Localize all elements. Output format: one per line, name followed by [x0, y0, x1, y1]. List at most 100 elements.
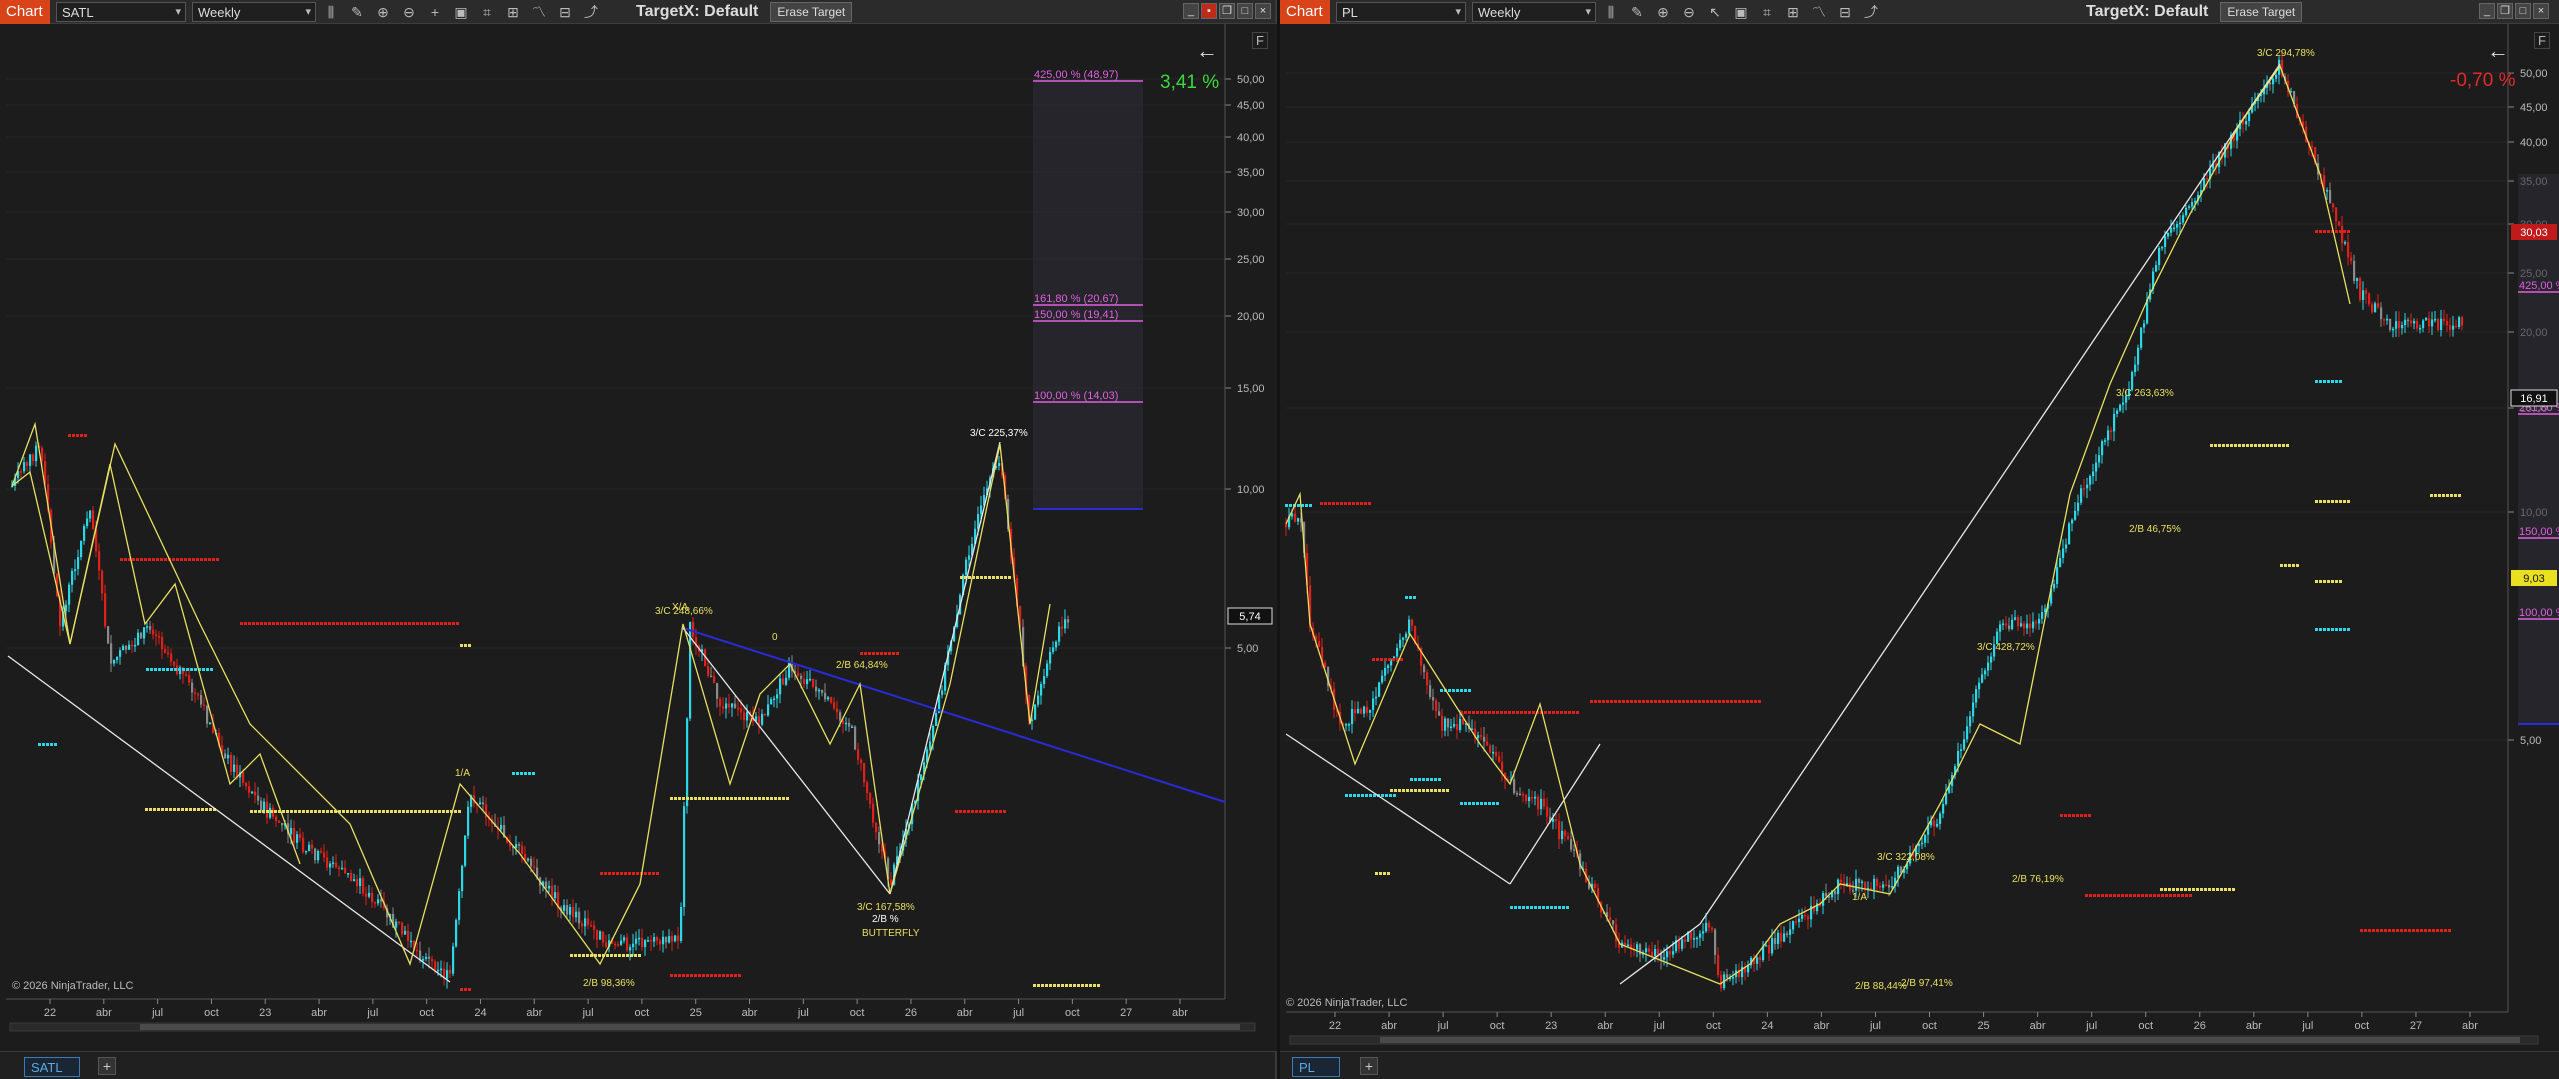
price-chart-left[interactable]: 50,00 45,00 40,00 35,00 30,00 25,00 20,00 15,00… — [0, 24, 1277, 1051]
f-label[interactable]: F — [1252, 32, 1268, 49]
level-dot — [1365, 794, 1368, 797]
level-dot — [1344, 502, 1347, 505]
candle-body — [545, 881, 548, 889]
level-dot — [1405, 596, 1408, 599]
candle-body — [827, 697, 830, 700]
share-icon[interactable]: ⤴ — [1860, 2, 1882, 22]
candle-body — [2431, 319, 2434, 327]
chart-style-icon[interactable]: 〽 — [1808, 2, 1830, 22]
level-dot — [2331, 628, 2334, 631]
chevron-down-icon: ▾ — [175, 5, 181, 18]
level-dot — [1654, 700, 1657, 703]
maximize-icon[interactable]: □ — [1237, 3, 1253, 19]
level-dot — [150, 668, 153, 671]
bar-type-icon[interactable]: ⫼ — [320, 2, 342, 22]
interval-selector[interactable]: Weekly ▾ — [192, 1, 316, 22]
close-icon[interactable]: × — [2533, 3, 2549, 19]
app-menu-button[interactable]: Chart — [0, 0, 50, 24]
add-tab-button[interactable]: + — [1360, 1057, 1378, 1075]
restore-icon[interactable]: ❐ — [1219, 3, 1235, 19]
erase-target-button[interactable]: Erase Target — [770, 1, 853, 22]
draw-tool-icon[interactable]: ✎ — [346, 2, 368, 22]
link-icon[interactable]: ▪ — [1201, 3, 1217, 19]
tab-satl[interactable]: SATL — [24, 1057, 80, 1077]
price-chart-right[interactable]: 50,0045,0040,0035,0030,0025,0020,0015,00… — [1280, 24, 2559, 1051]
candle-body — [614, 943, 617, 946]
erase-target-button[interactable]: Erase Target — [2220, 1, 2303, 22]
candle-body — [1705, 922, 1708, 932]
candle-body — [2026, 623, 2029, 629]
f-label[interactable]: F — [2534, 32, 2550, 49]
fib-level-label: 100,00 % (14,03) — [1034, 390, 1118, 402]
restore-icon[interactable]: ❐ — [2497, 3, 2513, 19]
indicators-icon[interactable]: ⌗ — [1756, 2, 1778, 22]
chart-style-icon[interactable]: 〽 — [528, 2, 550, 22]
zoom-out-icon[interactable]: ⊖ — [398, 2, 420, 22]
crosshair-icon[interactable]: + — [424, 2, 446, 22]
minimize-icon[interactable]: _ — [1183, 3, 1199, 19]
candle-body — [2179, 222, 2182, 225]
zoom-in-icon[interactable]: ⊕ — [1652, 2, 1674, 22]
level-dot — [2137, 894, 2140, 897]
level-dot — [528, 772, 531, 775]
share-icon[interactable]: ⤴ — [580, 2, 602, 22]
zoom-out-icon[interactable]: ⊖ — [1678, 2, 1700, 22]
level-dot — [2388, 929, 2391, 932]
level-dot — [162, 668, 165, 671]
x-tick-label: jul — [2085, 1020, 2097, 1032]
level-dot — [2113, 894, 2116, 897]
candle-body — [1034, 704, 1037, 720]
candle-body — [872, 803, 875, 823]
level-dot — [304, 622, 307, 625]
maximize-icon[interactable]: □ — [2515, 3, 2531, 19]
properties-icon[interactable]: ▣ — [450, 2, 472, 22]
instrument-selector[interactable]: SATL ▾ — [56, 1, 186, 22]
level-dot — [468, 988, 471, 991]
indicators-icon[interactable]: ⌗ — [476, 2, 498, 22]
candle-body — [458, 891, 461, 920]
candle-body — [26, 462, 29, 466]
back-arrow-icon[interactable]: ← — [2487, 38, 2509, 64]
candle-body — [23, 462, 26, 472]
strategies-icon[interactable]: ⊞ — [1782, 2, 1804, 22]
level-dot — [1480, 802, 1483, 805]
templates-icon[interactable]: ⊟ — [554, 2, 576, 22]
tab-pl[interactable]: PL — [1292, 1057, 1340, 1077]
candle-body — [425, 956, 428, 959]
strategies-icon[interactable]: ⊞ — [502, 2, 524, 22]
level-dot — [608, 872, 611, 875]
back-arrow-icon[interactable]: ← — [1196, 38, 1218, 64]
properties-icon[interactable]: ▣ — [1730, 2, 1752, 22]
candle-body — [233, 764, 236, 772]
level-dot — [2254, 444, 2257, 447]
add-tab-button[interactable]: + — [98, 1057, 116, 1075]
level-dot — [730, 974, 733, 977]
level-dot — [1562, 906, 1565, 909]
candle-body — [821, 689, 824, 693]
templates-icon[interactable]: ⊟ — [1834, 2, 1856, 22]
candle-body — [2140, 327, 2143, 348]
minimize-icon[interactable]: _ — [2479, 3, 2495, 19]
close-icon[interactable]: × — [1255, 3, 1271, 19]
level-dot — [2274, 444, 2277, 447]
candle-body — [1366, 706, 1369, 713]
level-dot — [1360, 502, 1363, 505]
level-dot — [186, 668, 189, 671]
app-menu-button[interactable]: Chart — [1280, 0, 1330, 24]
interval-selector[interactable]: Weekly ▾ — [1472, 1, 1596, 22]
level-dot — [1614, 700, 1617, 703]
candle-body — [1324, 662, 1327, 668]
candle-body — [1040, 684, 1043, 696]
candle-body — [2167, 232, 2170, 237]
instrument-selector[interactable]: PL ▾ — [1336, 1, 1466, 22]
candle-body — [422, 958, 425, 961]
candle-body — [1807, 916, 1810, 920]
candle-body — [2113, 413, 2116, 432]
candle-body — [200, 694, 203, 705]
pointer-icon[interactable]: ↖ — [1704, 2, 1726, 22]
level-dot — [2278, 444, 2281, 447]
level-dot — [872, 652, 875, 655]
draw-tool-icon[interactable]: ✎ — [1626, 2, 1648, 22]
bar-type-icon[interactable]: ⫼ — [1600, 2, 1622, 22]
zoom-in-icon[interactable]: ⊕ — [372, 2, 394, 22]
